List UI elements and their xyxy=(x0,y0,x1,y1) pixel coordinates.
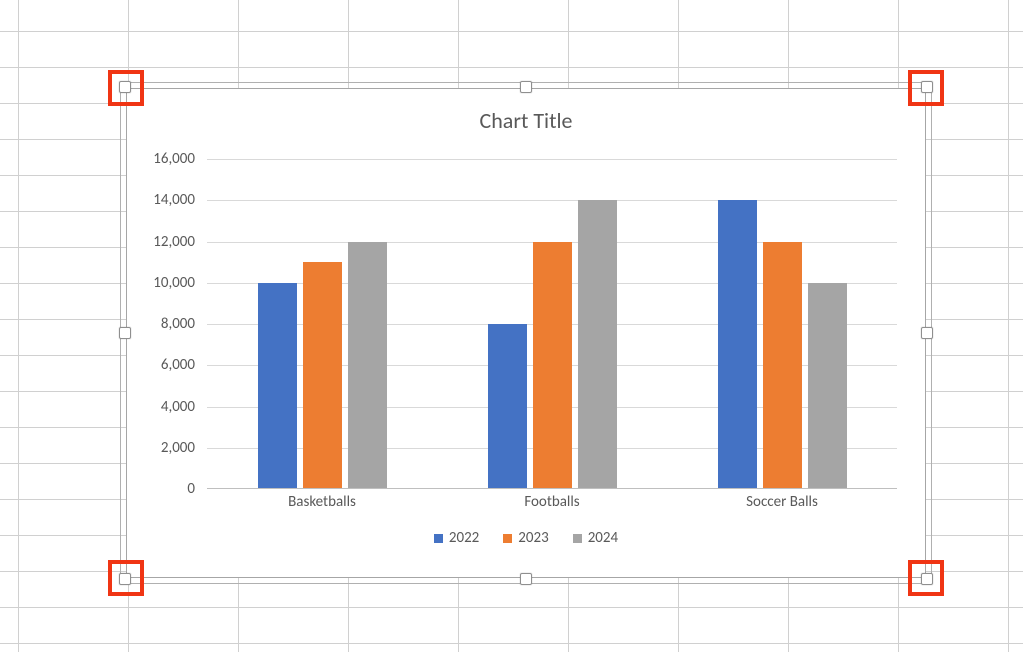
chart-frame: Chart Title 0 2,000 4,000 6,000 8,000 10,000 1… xyxy=(126,88,926,578)
y-tick-label: 2,000 xyxy=(161,439,195,457)
y-tick-label: 10,000 xyxy=(153,274,195,292)
y-tick-label: 6,000 xyxy=(161,356,195,374)
resize-handle-top-right[interactable] xyxy=(921,81,933,93)
bar-2023-soccer-balls[interactable] xyxy=(763,242,802,490)
y-axis-labels: 02,0004,0006,0008,00010,00012,00014,0001… xyxy=(127,159,199,489)
resize-handle-top-left[interactable] xyxy=(119,81,131,93)
resize-handle-bottom-right[interactable] xyxy=(921,573,933,585)
y-tick-label: 16,000 xyxy=(153,150,195,168)
chart-object[interactable]: Chart Title 0 2,000 4,000 6,000 8,000 10,000 1… xyxy=(126,88,926,578)
resize-handle-top-middle[interactable] xyxy=(520,81,532,93)
y-tick-label: 12,000 xyxy=(153,233,195,251)
bars-layer xyxy=(207,159,897,489)
y-tick-label: 14,000 xyxy=(153,191,195,209)
chart-title[interactable]: Chart Title xyxy=(127,107,925,134)
resize-handle-bottom-middle[interactable] xyxy=(520,573,532,585)
x-axis-labels: Basketballs Footballs Soccer Balls xyxy=(207,493,897,517)
bar-2024-footballs[interactable] xyxy=(578,200,617,489)
legend-item-2023[interactable]: 2023 xyxy=(503,529,548,547)
x-tick-label: Footballs xyxy=(524,493,579,511)
bar-2024-soccer-balls[interactable] xyxy=(808,283,847,489)
resize-handle-right-middle[interactable] xyxy=(921,327,933,339)
bar-2022-basketballs[interactable] xyxy=(258,283,297,489)
legend-item-2024[interactable]: 2024 xyxy=(573,529,618,547)
bar-2023-basketballs[interactable] xyxy=(303,262,342,489)
plot-area[interactable] xyxy=(207,159,897,489)
legend-label: 2022 xyxy=(449,529,479,547)
bar-2022-soccer-balls[interactable] xyxy=(718,200,757,489)
x-tick-label: Basketballs xyxy=(288,493,356,511)
resize-handle-left-middle[interactable] xyxy=(119,327,131,339)
bar-2023-footballs[interactable] xyxy=(533,242,572,490)
legend-label: 2024 xyxy=(588,529,618,547)
resize-handle-bottom-left[interactable] xyxy=(119,573,131,585)
bar-2022-footballs[interactable] xyxy=(488,324,527,489)
x-tick-label: Soccer Balls xyxy=(746,493,818,511)
legend-swatch-icon xyxy=(573,534,582,543)
legend-item-2022[interactable]: 2022 xyxy=(434,529,479,547)
legend-label: 2023 xyxy=(518,529,548,547)
x-axis-line xyxy=(207,488,897,489)
legend[interactable]: 2022 2023 2024 xyxy=(127,529,925,547)
y-tick-label: 8,000 xyxy=(161,315,195,333)
y-tick-label: 0 xyxy=(187,480,195,498)
legend-swatch-icon xyxy=(503,534,512,543)
bar-2024-basketballs[interactable] xyxy=(348,242,387,490)
legend-swatch-icon xyxy=(434,534,443,543)
y-tick-label: 4,000 xyxy=(161,398,195,416)
